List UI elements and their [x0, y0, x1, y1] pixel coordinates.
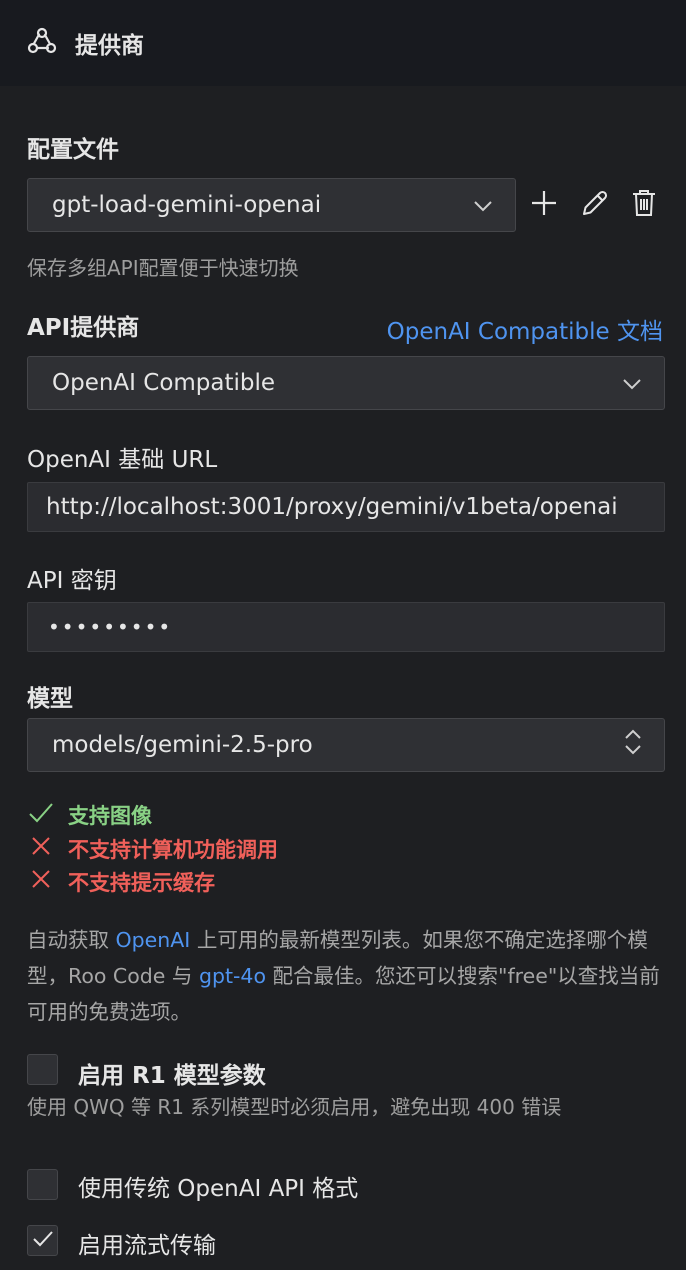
provider-doc-link[interactable]: OpenAI Compatible 文档: [387, 312, 663, 346]
webhook-icon: [26, 25, 58, 61]
close-icon: [28, 835, 68, 864]
r1-checkbox[interactable]: [27, 1054, 58, 1085]
streaming-checkbox[interactable]: [27, 1225, 58, 1256]
config-file-label: 配置文件: [27, 137, 119, 163]
model-label: 模型: [27, 686, 73, 712]
capability-computer-use: 不支持计算机功能调用: [28, 834, 278, 864]
api-provider-value: OpenAI Compatible: [52, 370, 276, 396]
capability-prompt-cache: 不支持提示缓存: [28, 867, 215, 897]
chevron-down-icon: [622, 370, 642, 396]
legacy-format-checkbox[interactable]: [27, 1169, 58, 1200]
check-icon: [32, 1230, 54, 1252]
close-icon: [28, 868, 68, 897]
section-title: 提供商: [75, 33, 144, 59]
chevron-down-icon: [473, 192, 493, 218]
api-key-input[interactable]: •••••••••: [27, 602, 665, 652]
config-file-value: gpt-load-gemini-openai: [52, 192, 322, 218]
capability-images: 支持图像: [28, 800, 152, 830]
streaming-label[interactable]: 启用流式传输: [78, 1226, 216, 1260]
api-key-label: API 密钥: [27, 568, 117, 594]
model-value: models/gemini-2.5-pro: [52, 732, 313, 758]
legacy-format-label[interactable]: 使用传统 OpenAI API 格式: [78, 1169, 358, 1203]
model-select[interactable]: models/gemini-2.5-pro: [27, 718, 665, 772]
add-config-button[interactable]: [528, 188, 560, 222]
chevron-up-down-icon: [624, 729, 642, 761]
rename-config-button[interactable]: [578, 188, 612, 222]
base-url-input[interactable]: http://localhost:3001/proxy/gemini/v1bet…: [27, 482, 665, 532]
plus-icon: [530, 189, 558, 221]
r1-hint: 使用 QWQ 等 R1 系列模型时必须启用，避免出现 400 错误: [27, 1095, 562, 1119]
delete-config-button[interactable]: [628, 188, 660, 222]
gpt-4o-link[interactable]: gpt-4o: [199, 964, 266, 988]
base-url-label: OpenAI 基础 URL: [27, 447, 218, 473]
section-header: 提供商: [0, 0, 686, 86]
config-file-select[interactable]: gpt-load-gemini-openai: [27, 178, 516, 232]
api-provider-label: API提供商: [27, 315, 140, 341]
model-description: 自动获取 OpenAI 上可用的最新模型列表。如果您不确定选择哪个模型，Roo …: [27, 928, 660, 1024]
check-icon: [28, 801, 68, 830]
r1-label[interactable]: 启用 R1 模型参数: [78, 1056, 266, 1090]
openai-link[interactable]: OpenAI: [116, 928, 191, 952]
api-provider-select[interactable]: OpenAI Compatible: [27, 356, 665, 410]
trash-icon: [631, 188, 657, 222]
pencil-icon: [580, 188, 610, 222]
config-file-hint: 保存多组API配置便于快速切换: [27, 256, 299, 280]
